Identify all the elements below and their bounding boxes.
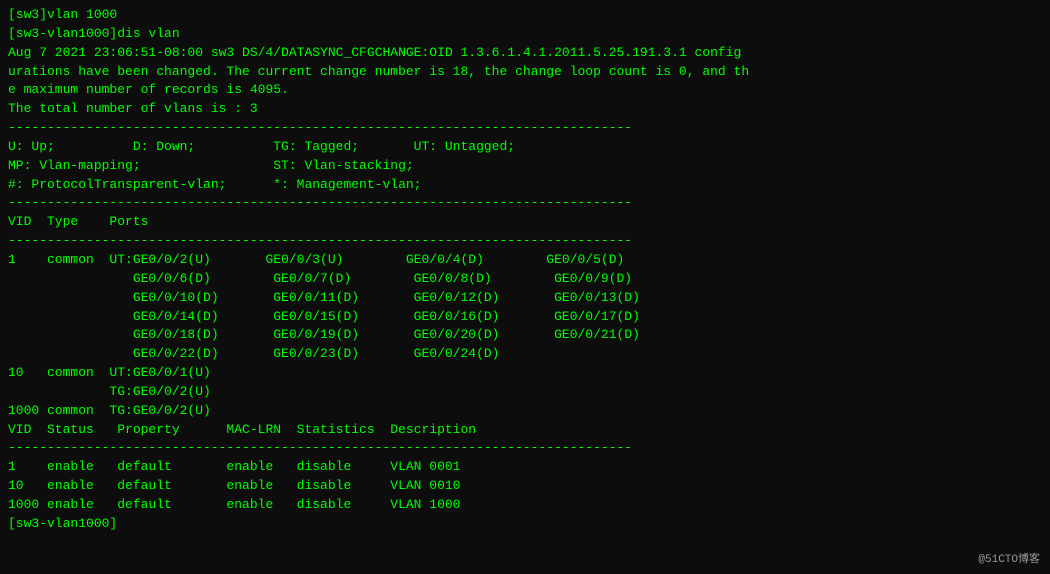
terminal-line: e maximum number of records is 4095. bbox=[8, 81, 1042, 100]
terminal-line: ----------------------------------------… bbox=[8, 119, 1042, 138]
terminal-line: VID Type Ports bbox=[8, 213, 1042, 232]
terminal-line: 10 common UT:GE0/0/1(U) bbox=[8, 364, 1042, 383]
terminal-line: ----------------------------------------… bbox=[8, 439, 1042, 458]
terminal-line: ----------------------------------------… bbox=[8, 232, 1042, 251]
terminal-line: VID Status Property MAC-LRN Statistics D… bbox=[8, 421, 1042, 440]
terminal-line: TG:GE0/0/2(U) bbox=[8, 383, 1042, 402]
terminal-line: urations have been changed. The current … bbox=[8, 63, 1042, 82]
terminal-line: [sw3]vlan 1000 bbox=[8, 6, 1042, 25]
terminal-line: 1 enable default enable disable VLAN 000… bbox=[8, 458, 1042, 477]
terminal-line: GE0/0/10(D) GE0/0/11(D) GE0/0/12(D) GE0/… bbox=[8, 289, 1042, 308]
terminal-line: The total number of vlans is : 3 bbox=[8, 100, 1042, 119]
terminal-line: GE0/0/22(D) GE0/0/23(D) GE0/0/24(D) bbox=[8, 345, 1042, 364]
terminal-line: MP: Vlan-mapping; ST: Vlan-stacking; bbox=[8, 157, 1042, 176]
terminal-lines: [sw3]vlan 1000[sw3-vlan1000]dis vlanAug … bbox=[8, 6, 1042, 534]
terminal-line: 10 enable default enable disable VLAN 00… bbox=[8, 477, 1042, 496]
terminal-line: [sw3-vlan1000] bbox=[8, 515, 1042, 534]
terminal-line: Aug 7 2021 23:06:51-08:00 sw3 DS/4/DATAS… bbox=[8, 44, 1042, 63]
terminal-output: { "terminal": { "lines": [ "[sw3]vlan 10… bbox=[8, 6, 1042, 568]
terminal-line: 1 common UT:GE0/0/2(U) GE0/0/3(U) GE0/0/… bbox=[8, 251, 1042, 270]
terminal-line: GE0/0/6(D) GE0/0/7(D) GE0/0/8(D) GE0/0/9… bbox=[8, 270, 1042, 289]
watermark-label: @51CTO博客 bbox=[978, 550, 1040, 566]
terminal-line: U: Up; D: Down; TG: Tagged; UT: Untagged… bbox=[8, 138, 1042, 157]
terminal-line: GE0/0/14(D) GE0/0/15(D) GE0/0/16(D) GE0/… bbox=[8, 308, 1042, 327]
terminal-line: GE0/0/18(D) GE0/0/19(D) GE0/0/20(D) GE0/… bbox=[8, 326, 1042, 345]
terminal-line: [sw3-vlan1000]dis vlan bbox=[8, 25, 1042, 44]
terminal-line: #: ProtocolTransparent-vlan; *: Manageme… bbox=[8, 176, 1042, 195]
terminal-line: ----------------------------------------… bbox=[8, 194, 1042, 213]
terminal-line: 1000 enable default enable disable VLAN … bbox=[8, 496, 1042, 515]
terminal-line: 1000 common TG:GE0/0/2(U) bbox=[8, 402, 1042, 421]
